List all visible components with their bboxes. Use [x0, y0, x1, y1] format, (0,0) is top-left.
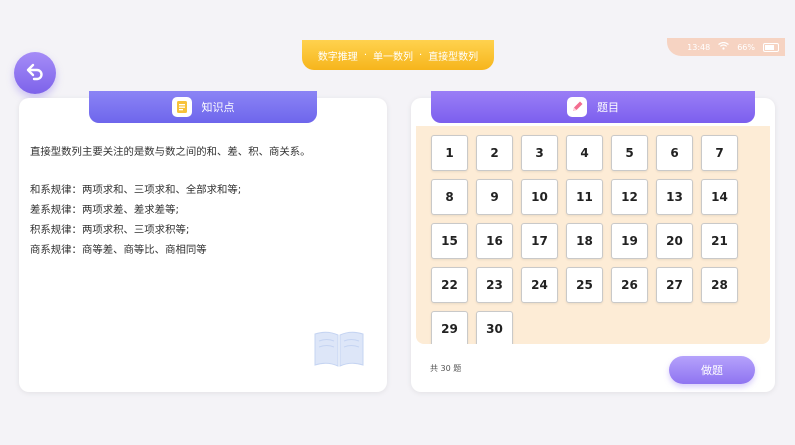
knowledge-content: 直接型数列主要关注的是数与数之间的和、差、积、商关系。 和系规律：两项求和、三项…: [30, 142, 380, 260]
question-cell[interactable]: 24: [521, 267, 558, 303]
question-cell[interactable]: 4: [566, 135, 603, 171]
questions-panel: 1 2 3 4 5 6 7 8 9 10 11 12 13 14 15 16 17 18 19 20 21 22 23 24 2…: [411, 91, 775, 392]
question-cell[interactable]: 29: [431, 311, 468, 344]
book-icon: [313, 328, 365, 372]
knowledge-intro: 直接型数列主要关注的是数与数之间的和、差、积、商关系。: [30, 146, 311, 158]
question-cell[interactable]: 30: [476, 311, 513, 344]
battery-icon: [763, 42, 779, 52]
wifi-icon: [718, 41, 730, 53]
question-cell[interactable]: 6: [656, 135, 693, 171]
knowledge-title: 知识点: [201, 101, 235, 114]
question-grid-area: 1 2 3 4 5 6 7 8 9 10 11 12 13 14 15 16 17 18 19 20 21 22 23 24 2…: [416, 126, 770, 344]
question-cell[interactable]: 2: [476, 135, 513, 171]
question-cell[interactable]: 19: [611, 223, 648, 259]
question-cell[interactable]: 28: [701, 267, 738, 303]
question-cell[interactable]: 16: [476, 223, 513, 259]
rule-line: 和系规律：两项求和、三项求和、全部求和等;: [30, 184, 242, 196]
question-cell[interactable]: 14: [701, 179, 738, 215]
knowledge-panel: 知识点 直接型数列主要关注的是数与数之间的和、差、积、商关系。 和系规律：两项求…: [19, 91, 387, 392]
question-cell[interactable]: 7: [701, 135, 738, 171]
back-button[interactable]: [14, 52, 56, 94]
note-icon: [171, 97, 192, 117]
question-cell[interactable]: 3: [521, 135, 558, 171]
question-cell[interactable]: 25: [566, 267, 603, 303]
breadcrumb-separator: ·: [419, 49, 423, 61]
question-grid: 1 2 3 4 5 6 7 8 9 10 11 12 13 14 15 16 17 18 19 20 21 22 23 24 2…: [431, 135, 738, 344]
breadcrumb-item: 单一数列: [373, 51, 413, 63]
breadcrumb-item: 数字推理: [317, 51, 358, 63]
question-cell[interactable]: 26: [611, 267, 648, 303]
knowledge-header: 知识点: [89, 91, 317, 123]
back-arrow-icon: [25, 61, 45, 85]
breadcrumb-separator: ·: [363, 49, 367, 61]
battery-label: 66%: [737, 42, 755, 52]
question-cell[interactable]: 23: [476, 267, 513, 303]
question-cell[interactable]: 12: [611, 179, 648, 215]
question-cell[interactable]: 11: [566, 179, 603, 215]
question-cell[interactable]: 18: [566, 223, 603, 259]
total-count: 共 30 题: [430, 364, 462, 373]
rule-line: 积系规律：两项求积、三项求积等;: [30, 224, 190, 236]
breadcrumb: 数字推理 · 单一数列 · 直接型数列: [302, 40, 494, 70]
question-cell[interactable]: 27: [656, 267, 693, 303]
question-cell[interactable]: 9: [476, 179, 513, 215]
pencil-icon: [567, 97, 587, 117]
question-cell[interactable]: 20: [656, 223, 693, 259]
question-cell[interactable]: 13: [656, 179, 693, 215]
rule-line: 商系规律：商等差、商等比、商相同等: [30, 244, 207, 256]
question-cell[interactable]: 10: [521, 179, 558, 215]
question-cell[interactable]: 22: [431, 267, 468, 303]
questions-header: 题目: [431, 91, 755, 123]
question-cell[interactable]: 8: [431, 179, 468, 215]
question-cell[interactable]: 15: [431, 223, 468, 259]
rule-line: 差系规律：两项求差、差求差等;: [30, 204, 179, 216]
do-questions-button[interactable]: 做题: [669, 356, 755, 384]
question-cell[interactable]: 5: [611, 135, 648, 171]
question-cell[interactable]: 17: [521, 223, 558, 259]
status-bar: 13:48 66%: [667, 38, 785, 56]
questions-title: 题目: [597, 101, 619, 114]
breadcrumb-item: 直接型数列: [428, 51, 479, 63]
status-time: 13:48: [687, 42, 711, 52]
question-cell[interactable]: 1: [431, 135, 468, 171]
question-cell[interactable]: 21: [701, 223, 738, 259]
